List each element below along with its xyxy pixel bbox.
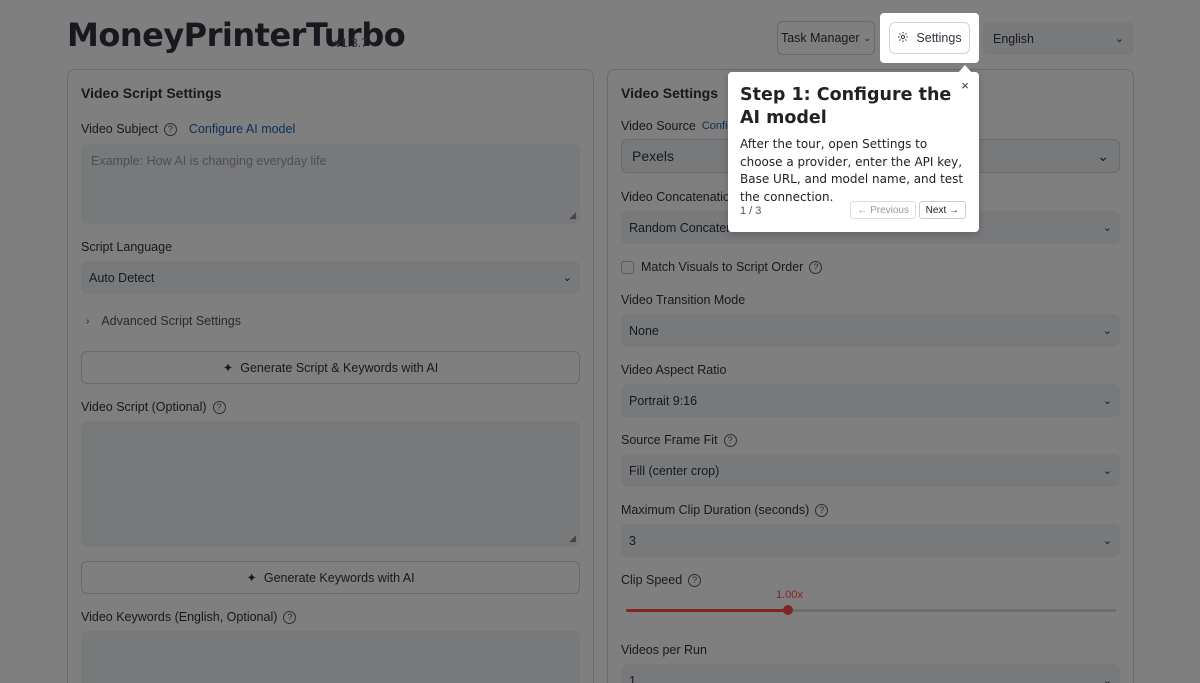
gear-icon [897,31,909,46]
close-icon[interactable]: × [961,78,969,93]
settings-label: Settings [916,31,962,45]
tour-title: Step 1: Configure the AI model [740,85,952,128]
popover-arrow [958,65,972,73]
tour-progress: 1 / 3 [740,205,762,217]
tour-next-button[interactable]: Next → [918,201,966,219]
tour-previous-button[interactable]: ← Previous [850,201,916,219]
settings-button[interactable]: Settings [889,22,970,54]
tour-description: After the tour, open Settings to choose … [740,137,964,204]
tour-popover: × Step 1: Configure the AI model After t… [728,72,979,232]
tour-overlay[interactable] [0,0,1200,683]
